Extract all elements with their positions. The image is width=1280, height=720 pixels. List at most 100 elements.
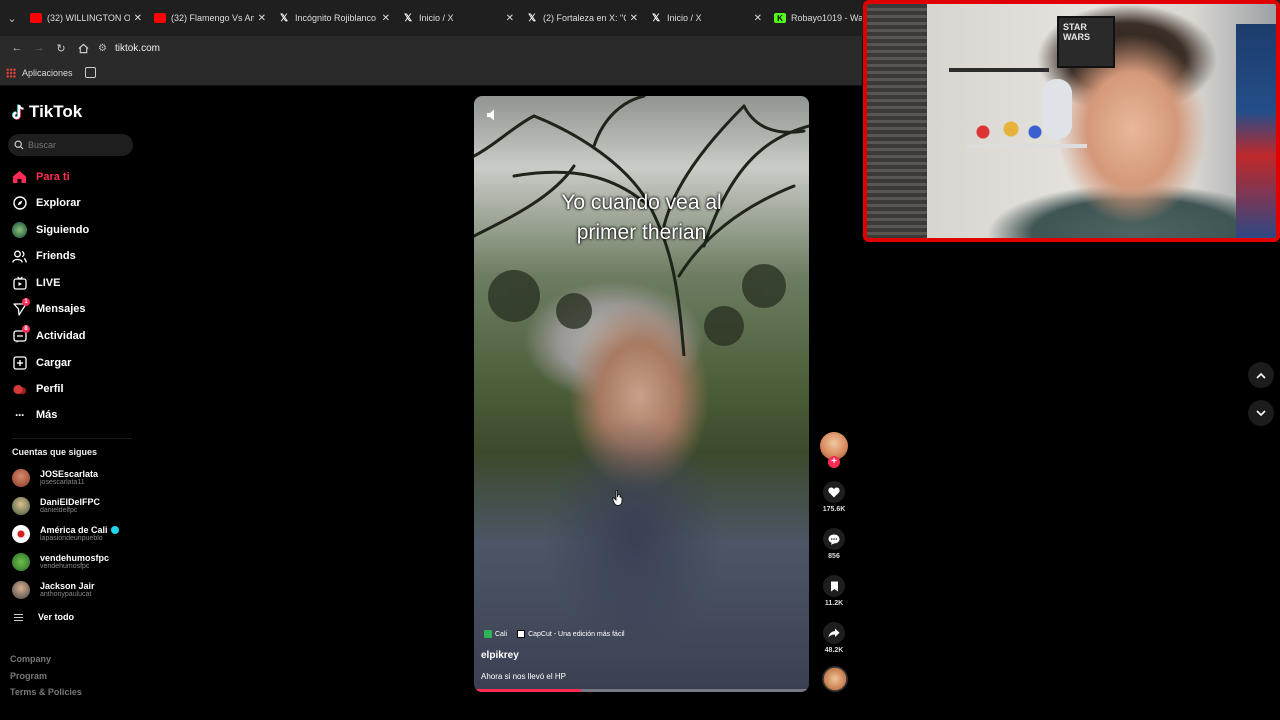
youtube-icon (30, 13, 42, 23)
search-box[interactable] (8, 134, 133, 156)
site-settings-icon[interactable]: ⚙ (98, 43, 107, 54)
following-heading: Cuentas que sigues (12, 447, 98, 457)
home-icon[interactable] (72, 37, 94, 59)
activity-badge: 8 (22, 324, 30, 333)
nav-cargar[interactable]: Cargar (12, 353, 71, 373)
list-icon (14, 613, 23, 621)
video-progress-bar[interactable] (474, 689, 809, 692)
previous-video-button[interactable] (1248, 362, 1274, 388)
avatar (12, 525, 30, 543)
url-text: tiktok.com (114, 42, 160, 54)
nav-explorar[interactable]: Explorar (12, 193, 81, 213)
wall-shelf (949, 68, 1049, 72)
x-icon: 𝕏 (651, 12, 661, 24)
verified-badge-icon (110, 526, 119, 535)
close-tab-icon[interactable]: ✕ (630, 13, 638, 24)
footer-link-terms[interactable]: Terms & Policies (10, 684, 82, 701)
location-tag[interactable]: Cali (484, 630, 507, 638)
forward-arrow-icon[interactable]: → (28, 37, 50, 59)
volume-icon[interactable] (486, 108, 500, 122)
capcut-tag[interactable]: CapCut - Una edición más fácil (517, 630, 625, 638)
nav-label: Mensajes (36, 303, 86, 315)
tab-groups-icon[interactable] (84, 67, 96, 78)
heart-icon (823, 481, 845, 503)
share-button[interactable]: 48.2K (818, 622, 850, 654)
nav-mensajes[interactable]: 1 Mensajes (12, 297, 86, 319)
tiktok-logo[interactable]: TikTok (12, 102, 82, 122)
comment-icon (823, 528, 845, 550)
video-player[interactable]: Yo cuando vea al primer therian Cali Cap… (474, 96, 809, 692)
browser-tab[interactable]: 𝕏 Incógnito Rojiblanco ✕ (272, 4, 396, 32)
url-field[interactable]: ⚙ tiktok.com (98, 38, 862, 58)
video-description: Ahora si nos llevó el HP (481, 672, 566, 681)
tab-title: (32) WILLINGTON OR (47, 13, 130, 23)
nav-para-ti[interactable]: Para ti (12, 167, 70, 187)
messages-badge: 1 (22, 297, 30, 306)
video-tags: Cali CapCut - Una edición más fácil (484, 630, 635, 638)
activity-icon: 8 (12, 324, 30, 344)
x-icon: 𝕏 (403, 12, 413, 24)
nav-live[interactable]: LIVE (12, 273, 60, 293)
account-handle: lapasiondeunpueblo (40, 535, 103, 543)
avatar (12, 581, 30, 599)
browser-tab[interactable]: (32) WILLINGTON OR ✕ (24, 4, 148, 32)
nav-label: Cargar (36, 357, 72, 369)
close-tab-icon[interactable]: ✕ (754, 13, 762, 24)
save-button[interactable]: 11.2K (818, 575, 850, 607)
tab-title: Incógnito Rojiblanco (295, 13, 377, 23)
close-tab-icon[interactable]: ✕ (382, 13, 390, 24)
followed-account[interactable]: América de Cali lapasiondeunpueblo (12, 522, 119, 546)
footer-link-company[interactable]: Company (10, 651, 82, 668)
nav-actividad[interactable]: 8 Actividad (12, 324, 86, 346)
followed-account[interactable]: vendehumosfpc vendehumosfpc (12, 550, 109, 574)
browser-tab[interactable]: (32) Flamengo Vs Am ✕ (148, 4, 272, 32)
creator-avatar-button[interactable]: + (818, 430, 850, 470)
home-icon (12, 170, 27, 185)
x-icon: 𝕏 (279, 12, 289, 24)
account-handle: vendehumosfpc (40, 563, 90, 571)
tag-label: Cali (495, 630, 508, 638)
followed-account[interactable]: Jackson Jair anthonypaulucat (12, 578, 95, 602)
browser-tab[interactable]: 𝕏 Inicio / X ✕ (396, 4, 520, 32)
tab-title: Robayo1019 - Watch (791, 13, 862, 23)
followed-account[interactable]: JOSEscarlata josescarlata11 (12, 466, 98, 490)
close-tab-icon[interactable]: ✕ (134, 13, 142, 24)
tab-title: Inicio / X (419, 13, 454, 23)
share-icon (823, 622, 845, 644)
close-tab-icon[interactable]: ✕ (506, 13, 514, 24)
more-icon: ··· (15, 408, 25, 422)
see-all-link[interactable]: Ver todo (14, 612, 74, 622)
profile-icon (12, 382, 27, 397)
browser-tab[interactable]: K Robayo1019 - Watch (768, 4, 868, 32)
bookmark-apps[interactable]: Aplicaciones (22, 68, 73, 78)
nav-label: Friends (36, 250, 76, 262)
tab-title: (32) Flamengo Vs Am (171, 13, 254, 23)
avatar (12, 497, 30, 515)
nav-label: Perfil (36, 383, 64, 395)
video-author[interactable]: elpikrey (481, 650, 519, 661)
search-input[interactable] (28, 140, 128, 150)
comment-button[interactable]: 856 (818, 528, 850, 560)
nav-label: Actividad (36, 330, 86, 342)
close-tab-icon[interactable]: ✕ (258, 13, 266, 24)
comment-count: 856 (828, 553, 840, 560)
video-caption-overlay: Yo cuando vea al primer therian (474, 188, 809, 248)
nav-siguiendo[interactable]: Siguiendo (12, 220, 89, 240)
back-arrow-icon[interactable]: ← (6, 37, 28, 59)
bookmark-icon (823, 575, 845, 597)
nav-friends[interactable]: Friends (12, 246, 76, 266)
followed-account[interactable]: DaniElDelFPC danieldelfpc (12, 494, 100, 518)
nav-mas[interactable]: ··· Más (12, 405, 57, 425)
browser-tab[interactable]: 𝕏 (2) Fortaleza en X: "C ✕ (520, 4, 644, 32)
follow-plus-icon[interactable]: + (828, 456, 840, 468)
tab-search-chevron-icon[interactable]: ⌄ (0, 0, 24, 36)
following-avatar-icon (12, 222, 27, 238)
nav-perfil[interactable]: Perfil (12, 379, 64, 399)
avatar (12, 469, 30, 487)
browser-tab[interactable]: 𝕏 Inicio / X ✕ (644, 4, 768, 32)
reload-icon[interactable]: ↻ (50, 37, 72, 59)
like-button[interactable]: 175.6K (818, 481, 850, 513)
next-video-button[interactable] (1248, 400, 1274, 426)
footer-link-program[interactable]: Program (10, 668, 82, 685)
music-disc-icon[interactable] (822, 666, 848, 692)
